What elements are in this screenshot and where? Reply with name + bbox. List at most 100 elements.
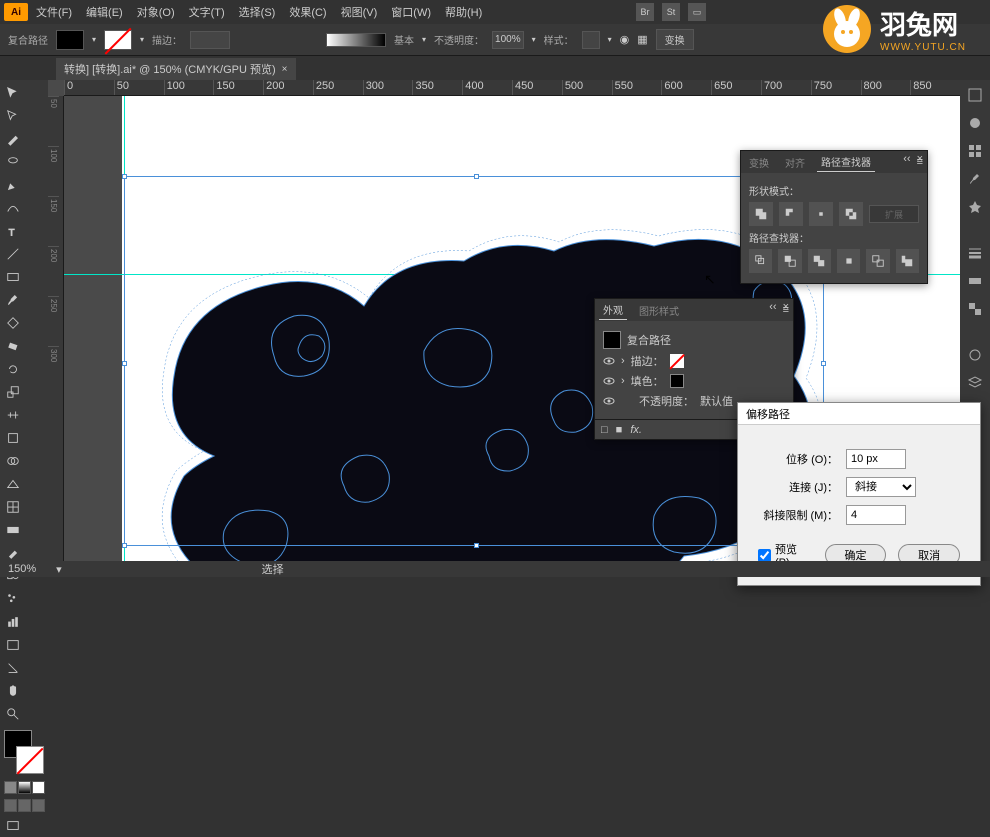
trim-button[interactable]: [778, 249, 801, 273]
visibility-toggle-icon[interactable]: [603, 355, 615, 367]
recolor-icon[interactable]: ◉: [620, 33, 630, 46]
artboard-tool[interactable]: [2, 634, 24, 656]
none-mode-swatch[interactable]: [32, 781, 45, 794]
graphic-styles-tab[interactable]: 图形样式: [635, 301, 683, 320]
properties-panel-icon[interactable]: [964, 84, 986, 106]
expand-button[interactable]: 扩展: [869, 205, 919, 223]
color-mode-swatch[interactable]: [4, 781, 17, 794]
appearance-panel-icon[interactable]: [964, 344, 986, 366]
fill-black-swatch[interactable]: [670, 374, 684, 388]
gradient-tool[interactable]: [2, 519, 24, 541]
panel-close-icon[interactable]: ×: [917, 153, 923, 165]
menu-window[interactable]: 窗口(W): [385, 2, 437, 22]
pathfinder-tab[interactable]: 路径查找器: [817, 152, 875, 172]
preview-checkbox-input[interactable]: [758, 549, 771, 562]
transform-tab[interactable]: 变换: [745, 153, 773, 172]
layers-panel-icon[interactable]: [964, 372, 986, 394]
visibility-toggle-icon[interactable]: [603, 375, 615, 387]
expand-toggle-icon[interactable]: ›: [621, 355, 625, 367]
magic-wand-tool[interactable]: [2, 128, 24, 150]
expand-toggle-icon[interactable]: ›: [621, 375, 625, 387]
minus-back-button[interactable]: [896, 249, 919, 273]
stock-icon[interactable]: St: [662, 3, 680, 21]
stroke-color-box[interactable]: [16, 746, 44, 774]
pen-tool[interactable]: [2, 174, 24, 196]
selection-handle[interactable]: [474, 174, 479, 179]
add-fill-icon[interactable]: ■: [616, 424, 623, 436]
opacity-input[interactable]: 100%: [492, 31, 524, 49]
draw-mode-behind[interactable]: [18, 799, 31, 812]
minus-front-button[interactable]: [779, 202, 803, 226]
vertical-ruler[interactable]: 50100150200250300: [48, 96, 64, 561]
symbols-panel-icon[interactable]: [964, 196, 986, 218]
stroke-width-input[interactable]: [190, 31, 230, 49]
selection-handle[interactable]: [474, 543, 479, 548]
graphic-style-swatch[interactable]: [582, 31, 600, 49]
selection-handle[interactable]: [821, 361, 826, 366]
rotate-tool[interactable]: [2, 358, 24, 380]
line-tool[interactable]: [2, 243, 24, 265]
stroke-none-swatch[interactable]: [670, 354, 684, 368]
transform-button[interactable]: 变换: [656, 29, 694, 50]
align-tab[interactable]: 对齐: [781, 153, 809, 172]
zoom-level[interactable]: 150%: [8, 563, 36, 575]
crop-button[interactable]: [837, 249, 860, 273]
divide-button[interactable]: [749, 249, 772, 273]
add-stroke-icon[interactable]: □: [601, 424, 608, 436]
menu-help[interactable]: 帮助(H): [439, 2, 488, 22]
menu-type[interactable]: 文字(T): [183, 2, 231, 22]
free-transform-tool[interactable]: [2, 427, 24, 449]
menu-effect[interactable]: 效果(C): [283, 2, 332, 22]
menu-view[interactable]: 视图(V): [335, 2, 384, 22]
outline-button[interactable]: [866, 249, 889, 273]
transparency-panel-icon[interactable]: [964, 298, 986, 320]
document-tab[interactable]: 转换] [转换].ai* @ 150% (CMYK/GPU 预览) ×: [56, 58, 296, 80]
brushes-panel-icon[interactable]: [964, 168, 986, 190]
shaper-tool[interactable]: [2, 312, 24, 334]
join-select[interactable]: 斜接: [846, 477, 916, 497]
stroke-swatch[interactable]: [104, 30, 132, 50]
panel-collapse-icon[interactable]: ‹‹: [903, 153, 910, 165]
visibility-toggle-icon[interactable]: [603, 395, 615, 407]
arrange-icon[interactable]: ▭: [688, 3, 706, 21]
curvature-tool[interactable]: [2, 197, 24, 219]
gradient-panel-icon[interactable]: [964, 270, 986, 292]
draw-mode-normal[interactable]: [4, 799, 17, 812]
fill-swatch[interactable]: [56, 30, 84, 50]
offset-input[interactable]: [846, 449, 906, 469]
slice-tool[interactable]: [2, 657, 24, 679]
scale-tool[interactable]: [2, 381, 24, 403]
horizontal-ruler[interactable]: 0501001502002503003504004505005506006507…: [64, 80, 960, 96]
bridge-icon[interactable]: Br: [636, 3, 654, 21]
unite-button[interactable]: [749, 202, 773, 226]
add-effect-icon[interactable]: fx.: [630, 424, 642, 436]
draw-mode-inside[interactable]: [32, 799, 45, 812]
exclude-button[interactable]: [839, 202, 863, 226]
menu-edit[interactable]: 编辑(E): [80, 2, 129, 22]
hand-tool[interactable]: [2, 680, 24, 702]
graph-tool[interactable]: [2, 611, 24, 633]
screen-mode-button[interactable]: [2, 815, 24, 837]
brush-stroke-preview[interactable]: [326, 33, 386, 47]
menu-select[interactable]: 选择(S): [233, 2, 282, 22]
eraser-tool[interactable]: [2, 335, 24, 357]
symbol-sprayer-tool[interactable]: [2, 588, 24, 610]
panel-close-icon[interactable]: ×: [783, 301, 789, 313]
merge-button[interactable]: [808, 249, 831, 273]
intersect-button[interactable]: [809, 202, 833, 226]
mesh-tool[interactable]: [2, 496, 24, 518]
lasso-tool[interactable]: [2, 151, 24, 173]
menu-file[interactable]: 文件(F): [30, 2, 78, 22]
fill-stroke-indicator[interactable]: [4, 730, 44, 774]
panel-collapse-icon[interactable]: ‹‹: [769, 301, 776, 313]
selection-tool[interactable]: [2, 82, 24, 104]
opacity-row-value[interactable]: 默认值: [700, 393, 733, 409]
selection-handle[interactable]: [122, 543, 127, 548]
color-panel-icon[interactable]: [964, 112, 986, 134]
selection-handle[interactable]: [122, 361, 127, 366]
rectangle-tool[interactable]: [2, 266, 24, 288]
direct-selection-tool[interactable]: [2, 105, 24, 127]
perspective-tool[interactable]: [2, 473, 24, 495]
miter-input[interactable]: [846, 505, 906, 525]
menu-object[interactable]: 对象(O): [131, 2, 181, 22]
